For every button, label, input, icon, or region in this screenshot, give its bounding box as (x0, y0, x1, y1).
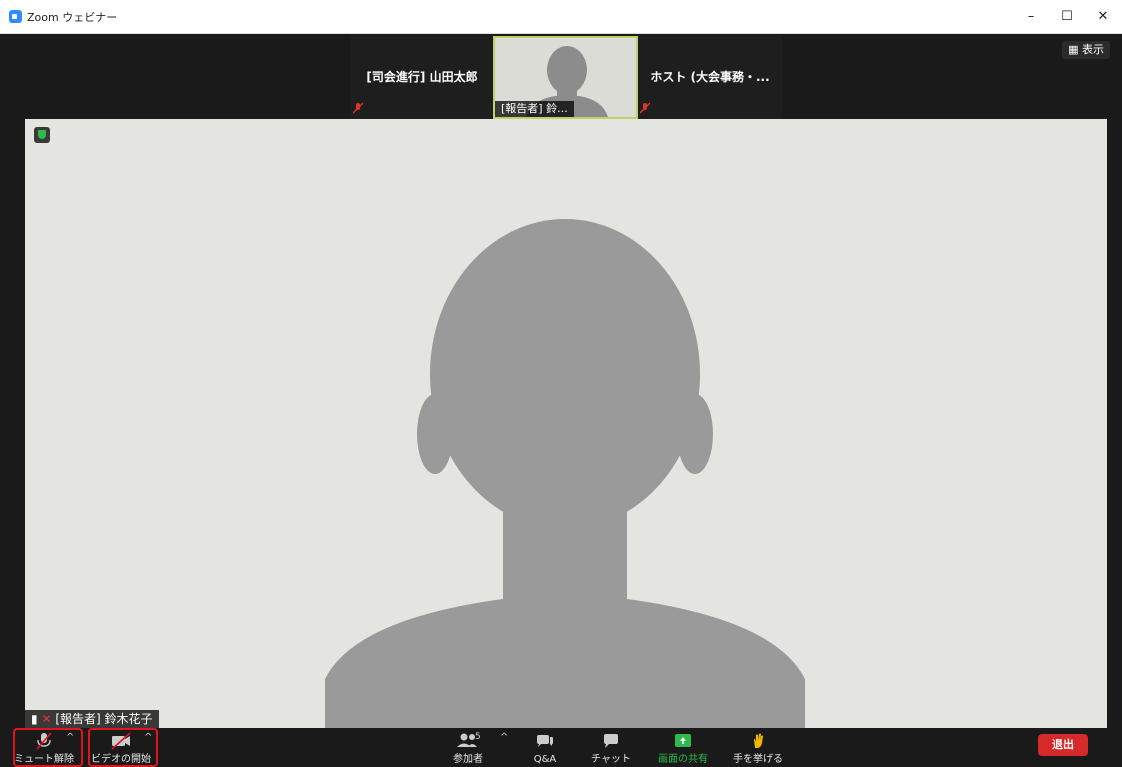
chat-label: チャット (591, 754, 631, 765)
muted-mic-icon (639, 102, 651, 117)
participants-options-chevron-icon[interactable]: ^ (500, 732, 508, 743)
zoom-logo-icon (9, 10, 22, 23)
participants-button[interactable]: 5 参加者 (438, 728, 498, 767)
participants-label: 参加者 (453, 754, 483, 765)
share-screen-button[interactable]: 画面の共有 (652, 728, 714, 767)
qa-icon (520, 732, 570, 750)
participant-name: [報告者] 鈴... (495, 101, 574, 117)
minimize-button[interactable]: – (1016, 5, 1046, 29)
title-bar: Zoom ウェビナー – ☐ ✕ (0, 0, 1122, 34)
raise-hand-label: 手を挙げる (733, 754, 783, 765)
speaker-name: [報告者] 鈴木花子 (55, 712, 153, 726)
muted-mic-icon: ✕ (41, 712, 52, 726)
raise-hand-button[interactable]: 手を挙げる (728, 728, 788, 767)
chat-button[interactable]: チャット (586, 728, 636, 767)
close-button[interactable]: ✕ (1088, 5, 1118, 29)
leave-button[interactable]: 退出 (1038, 734, 1088, 756)
qa-button[interactable]: Q&A (520, 728, 570, 767)
share-screen-icon (652, 732, 714, 750)
view-button-label: 表示 (1082, 43, 1104, 56)
signal-icon: ▮ (31, 712, 38, 726)
maximize-button[interactable]: ☐ (1052, 5, 1082, 29)
window-title: Zoom ウェビナー (27, 11, 118, 24)
active-speaker-video: ▮ ✕ [報告者] 鈴木花子 (25, 119, 1107, 728)
participant-tile-reporter[interactable]: [報告者] 鈴... (493, 36, 638, 119)
annotation-highlight-video (88, 728, 158, 767)
grid-icon: ▦ (1068, 43, 1079, 56)
qa-label: Q&A (533, 754, 557, 765)
participant-tile-moderator[interactable]: [司会進行] 山田太郎 (351, 36, 493, 119)
share-screen-label: 画面の共有 (658, 754, 708, 765)
raise-hand-icon (728, 732, 788, 750)
speaker-name-tag: ▮ ✕ [報告者] 鈴木花子 (25, 710, 159, 728)
zoom-webinar-window: Zoom ウェビナー – ☐ ✕ [司会進行] 山田太郎 [報告者] 鈴... … (0, 0, 1122, 767)
chat-icon (586, 732, 636, 750)
meeting-toolbar: ミュート解除 ^ ビデオの開始 ^ 5 参加者 ^ Q&A チャット 画面の共有… (8, 728, 1114, 767)
participant-name: [司会進行] 山田太郎 (366, 70, 478, 84)
annotation-highlight-audio (13, 728, 83, 767)
participant-tile-host[interactable]: ホスト (大会事務・... (638, 36, 782, 119)
view-button[interactable]: ▦ 表示 (1062, 41, 1110, 59)
participant-name: ホスト (大会事務・... (650, 70, 770, 84)
muted-mic-icon (352, 102, 364, 117)
participants-count: 5 (475, 732, 481, 742)
meeting-stage: [司会進行] 山田太郎 [報告者] 鈴... ホスト (大会事務・... ▦ 表… (8, 34, 1114, 767)
silhouette-avatar (325, 219, 805, 728)
participants-icon: 5 (438, 732, 498, 750)
